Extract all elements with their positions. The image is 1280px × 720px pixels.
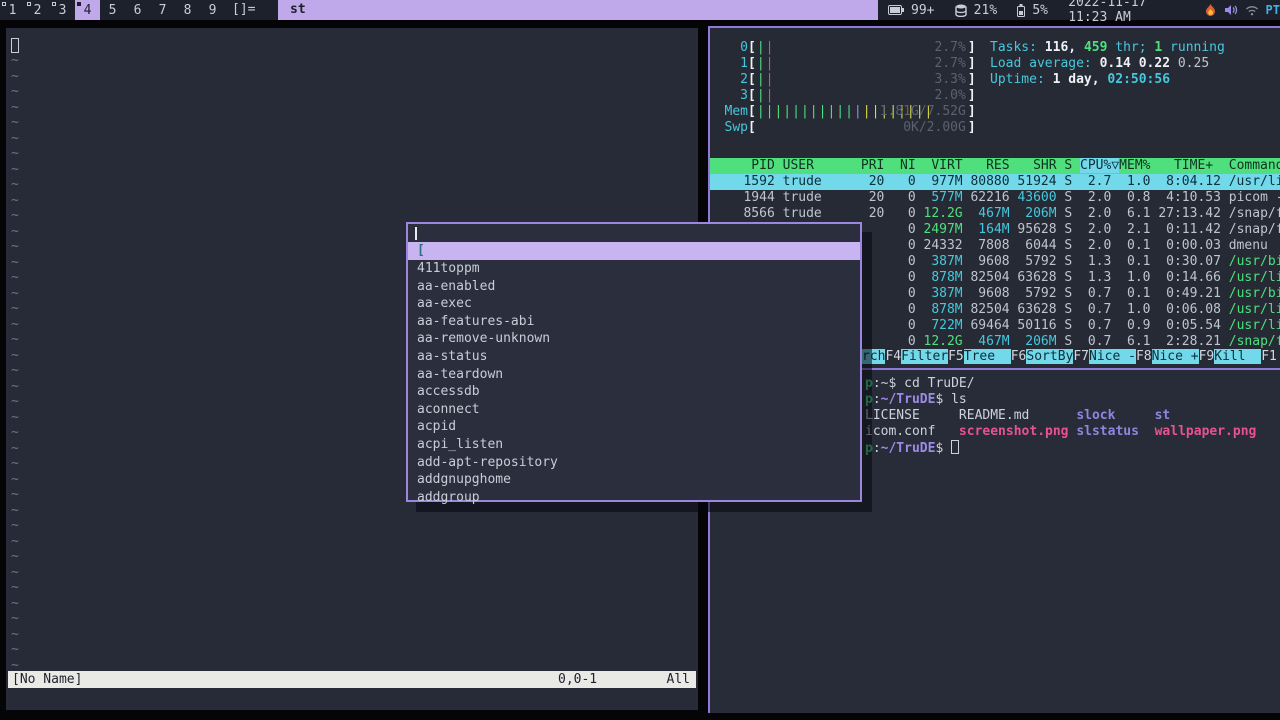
chip-icon bbox=[1017, 3, 1026, 17]
cpu3-meter: 3[|| 2.0%] bbox=[740, 88, 976, 103]
terminal-line: p:~$ cd TruDE/ bbox=[865, 376, 975, 391]
terminal-cursor bbox=[951, 440, 960, 454]
workspace-button-6[interactable]: 6 bbox=[125, 0, 150, 20]
launcher-item[interactable]: aconnect bbox=[408, 401, 860, 419]
launcher-item[interactable]: accessdb bbox=[408, 383, 860, 401]
terminal-line: p:~/TruDE$ ls bbox=[865, 392, 967, 407]
launcher-item[interactable]: aa-remove-unknown bbox=[408, 330, 860, 348]
terminal-line: LICENSE README.md slock st bbox=[865, 408, 1171, 423]
launcher-input[interactable] bbox=[408, 224, 860, 242]
workspace-occupied-indicator bbox=[27, 2, 31, 6]
launcher-item[interactable]: acpid bbox=[408, 418, 860, 436]
temperature-icon bbox=[1204, 3, 1217, 17]
fnkey-key[interactable]: F7 bbox=[1073, 349, 1089, 364]
editor-statusline: [No Name] 0,0-1 All bbox=[8, 671, 696, 688]
launcher-item[interactable]: aa-teardown bbox=[408, 366, 860, 384]
fnkey-label[interactable]: SortBy bbox=[1026, 349, 1074, 364]
htop-meters: 0[|| 2.7%] 1[|| 2.7%] 2[|| 3.3%] 3[|| 2.0%] Mem[… bbox=[718, 40, 976, 136]
editor-cursor bbox=[11, 38, 19, 53]
fnkey-key[interactable]: F5 bbox=[948, 349, 964, 364]
fnkey-label[interactable]: Tree bbox=[963, 349, 1011, 364]
workspace-button-5[interactable]: 5 bbox=[100, 0, 125, 20]
terminal-line: icom.conf screenshot.png slstatus wallpa… bbox=[865, 424, 1257, 439]
workspace-button-9[interactable]: 9 bbox=[200, 0, 225, 20]
cpu2-meter: 2[|| 3.3%] bbox=[740, 72, 976, 87]
statusline-scroll-indicator: All bbox=[666, 672, 690, 687]
fnkey-key[interactable]: F9 bbox=[1199, 349, 1215, 364]
cpu1-meter: 1[|| 2.7%] bbox=[740, 56, 976, 71]
clock: 2022-11-17 11:23 AM bbox=[1068, 0, 1147, 25]
fnkey-key[interactable]: F6 bbox=[1011, 349, 1027, 364]
launcher-item-selected[interactable]: [ bbox=[408, 242, 860, 260]
launcher-item[interactable]: 411toppm bbox=[408, 260, 860, 278]
focused-window-title-segment: st bbox=[278, 0, 878, 20]
fnkey-key[interactable]: F8 bbox=[1136, 349, 1152, 364]
workspace-occupied-indicator bbox=[77, 2, 81, 6]
launcher-item[interactable]: aa-status bbox=[408, 348, 860, 366]
window-title: st bbox=[290, 2, 306, 17]
workspace-occupied-indicator bbox=[2, 2, 6, 6]
process-row[interactable]: 1944 trude 20 0 577M 62216 43600 S 2.0 0… bbox=[710, 190, 1280, 206]
layout-symbol[interactable]: []= bbox=[232, 0, 255, 20]
fnkey-label[interactable]: rch bbox=[862, 349, 886, 364]
launcher-item[interactable]: acpi_listen bbox=[408, 436, 860, 454]
wifi-icon bbox=[1245, 5, 1259, 16]
fnkey-key[interactable]: F1 bbox=[1261, 349, 1277, 364]
process-row[interactable]: 1592 trude 20 0 977M 80880 51924 S 2.7 1… bbox=[710, 174, 1280, 190]
workspace-button-2[interactable]: 2 bbox=[25, 0, 50, 20]
launcher-item[interactable]: aa-enabled bbox=[408, 278, 860, 296]
swp-meter: Swp[0K/2.00G] bbox=[724, 120, 976, 135]
launcher-item-list: 411toppm aa-enabled aa-exec aa-features-abi… bbox=[408, 260, 860, 506]
status-modules: 99+ 21% 5% 2022-11-17 11:23 AM PT bbox=[878, 0, 1280, 25]
launcher-item[interactable]: aa-exec bbox=[408, 295, 860, 313]
keyboard-layout-indicator[interactable]: PT bbox=[1266, 3, 1280, 17]
launcher-popup: [ 411toppm aa-enabled aa-exec aa-features-a… bbox=[406, 222, 862, 505]
fnkey-label[interactable]: Nice - bbox=[1089, 349, 1136, 364]
top-status-bar: 123456789 []= st 99+ 21% 5% 2022-11-17 1… bbox=[0, 0, 1280, 25]
volume-icon bbox=[1224, 4, 1238, 16]
battery-icon bbox=[888, 5, 904, 15]
statusline-filename: [No Name] bbox=[12, 672, 83, 687]
mem-meter: Mem[|||||||||||||||||||| 1.81G/7.52G] bbox=[724, 104, 976, 119]
launcher-item[interactable]: addgroup bbox=[408, 489, 860, 507]
workspace-button-3[interactable]: 3 bbox=[50, 0, 75, 20]
fnkey-label[interactable]: Kill bbox=[1214, 349, 1262, 364]
workspace-button-1[interactable]: 1 bbox=[0, 0, 25, 20]
disk-icon bbox=[954, 4, 967, 17]
battery-percent: 99+ bbox=[911, 2, 935, 18]
htop-summary: Tasks: 116, 459 thr; 1 running Load avera… bbox=[990, 40, 1225, 87]
launcher-text-cursor bbox=[415, 227, 417, 240]
launcher-item[interactable]: addgnupghome bbox=[408, 471, 860, 489]
terminal-line: p:~/TruDE$ bbox=[865, 440, 1256, 456]
memory-percent: 5% bbox=[1032, 2, 1048, 18]
editor-buffer: ~ ~ ~ ~ ~ ~ ~ ~ ~ ~ ~ ~ ~ ~ ~ ~ ~ ~ ~ ~ ~ ~ ~ ~ ~ ~ ~ ~ ~ ~ ~ ~ ~ ~ ~ ~ ~ ~ ~ ~ bbox=[11, 53, 19, 673]
workspace-button-7[interactable]: 7 bbox=[150, 0, 175, 20]
launcher-item[interactable]: add-apt-repository bbox=[408, 454, 860, 472]
process-table-header[interactable]: PID USER PRI NI VIRT RES SHR S CPU%▽MEM%… bbox=[710, 158, 1280, 174]
statusline-cursor-position: 0,0-1 bbox=[558, 672, 598, 687]
disk-percent: 21% bbox=[973, 2, 998, 18]
workspace-occupied-indicator bbox=[52, 2, 56, 6]
workspace-button-8[interactable]: 8 bbox=[175, 0, 200, 20]
fnkey-label[interactable]: Nice + bbox=[1151, 349, 1199, 364]
fnkey-key[interactable]: F4 bbox=[885, 349, 901, 364]
cpu0-meter: 0[|| 2.7%] bbox=[740, 40, 976, 55]
workspace-button-4[interactable]: 4 bbox=[75, 0, 100, 20]
launcher-item[interactable]: aa-features-abi bbox=[408, 313, 860, 331]
terminal-output: p:~$ cd TruDE/p:~/TruDE$ ls LICENSE READM… bbox=[865, 376, 1256, 456]
htop-function-key-bar: rchF4FilterF5Tree F6SortByF7Nice -F8Nice… bbox=[862, 349, 1277, 365]
fnkey-label[interactable]: Filter bbox=[901, 349, 949, 364]
process-row[interactable]: 8566 trude 20 0 12.2G 467M 206M S 2.0 6.… bbox=[710, 206, 1280, 222]
